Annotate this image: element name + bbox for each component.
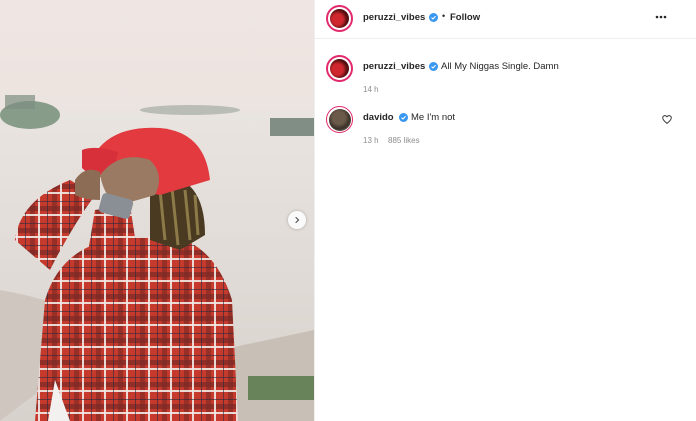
photo-illustration	[0, 0, 314, 421]
comment-timestamp[interactable]: 13 h	[363, 136, 379, 145]
comment-likes[interactable]: 885 likes	[388, 136, 420, 145]
caption-timestamp[interactable]: 14 h	[363, 85, 379, 94]
follow-button[interactable]: Follow	[450, 12, 480, 23]
instagram-post: peruzzi_vibes • Follow peruzzi_vibes All…	[0, 0, 696, 421]
caption-username[interactable]: peruzzi_vibes	[363, 61, 425, 72]
post-photo[interactable]	[0, 0, 314, 421]
carousel-next-button[interactable]	[288, 211, 306, 229]
comment-text: Me I'm not	[411, 112, 456, 123]
verified-badge-icon	[429, 13, 438, 22]
post-header: peruzzi_vibes • Follow	[315, 0, 696, 39]
caption-author-avatar[interactable]	[326, 55, 353, 82]
chevron-right-icon	[295, 216, 300, 224]
separator-dot: •	[442, 11, 446, 21]
comment-username[interactable]: davido	[363, 112, 394, 123]
commenter-avatar[interactable]	[326, 106, 353, 133]
verified-badge-icon	[429, 62, 438, 71]
verified-badge-icon	[399, 113, 408, 122]
author-username[interactable]: peruzzi_vibes	[363, 12, 425, 23]
caption-text: All My Niggas Single. Damn	[441, 61, 559, 72]
post-side-panel: peruzzi_vibes • Follow peruzzi_vibes All…	[314, 0, 696, 421]
more-options-icon[interactable]	[655, 15, 667, 19]
heart-icon[interactable]	[662, 115, 672, 124]
author-avatar[interactable]	[326, 5, 353, 32]
